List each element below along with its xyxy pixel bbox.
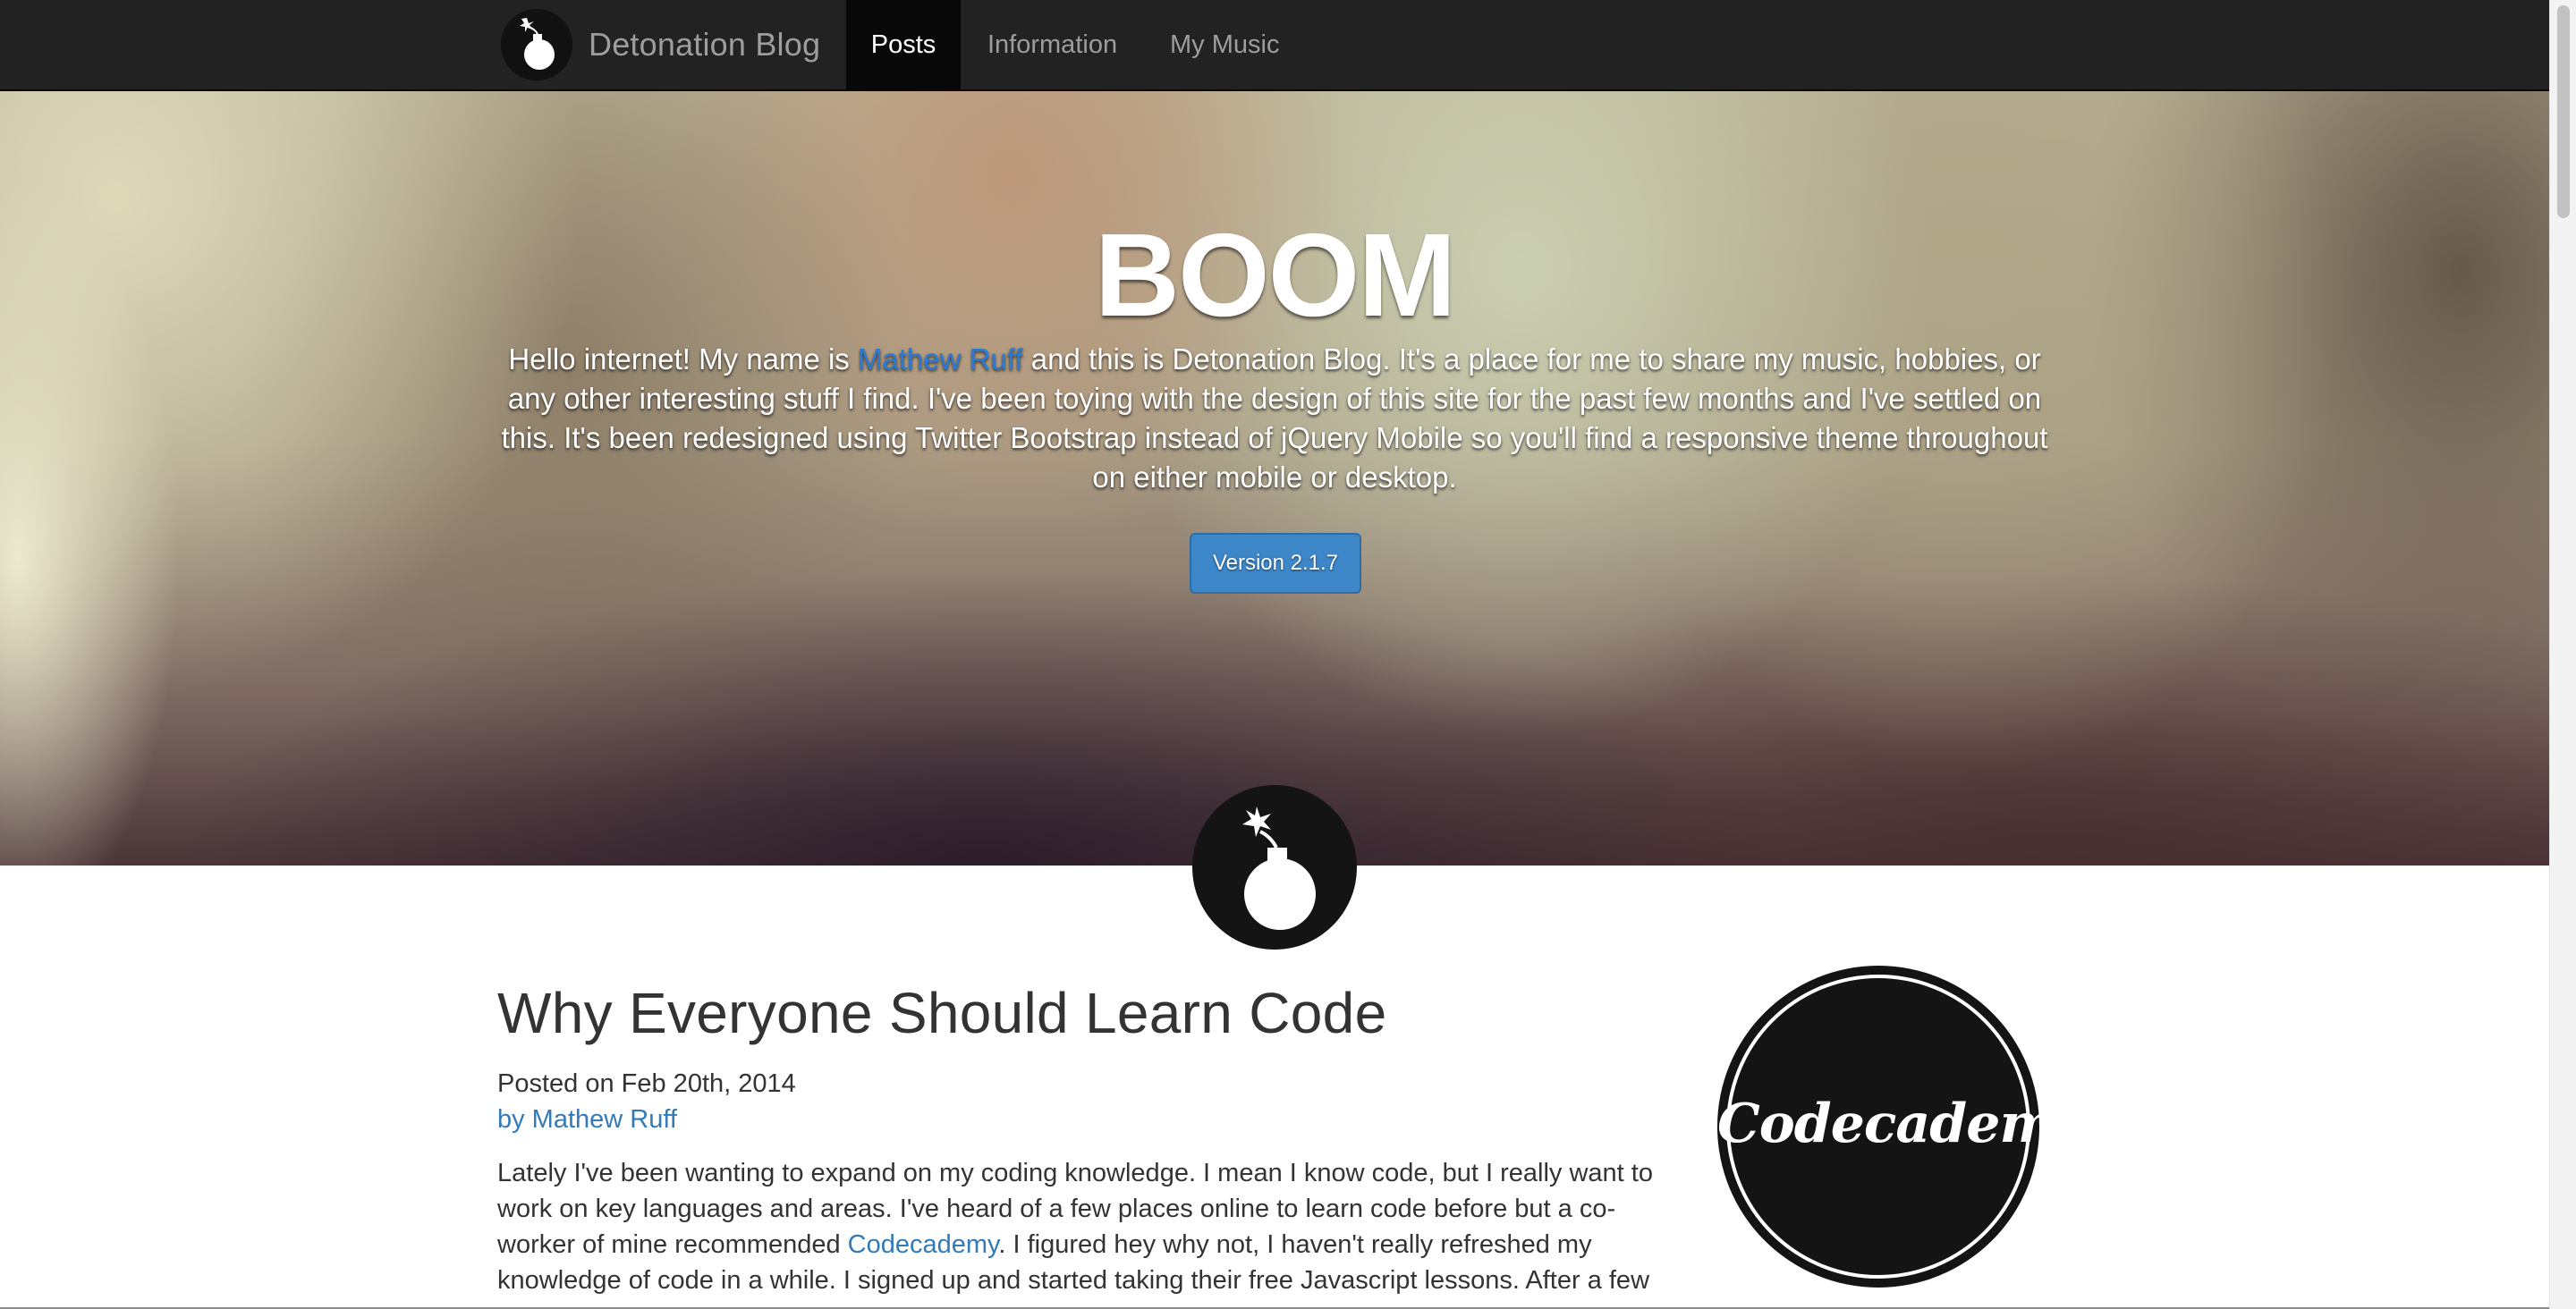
nav-posts[interactable]: Posts <box>846 0 961 89</box>
scrollbar-thumb[interactable] <box>2557 5 2570 218</box>
nav-my-music[interactable]: My Music <box>1170 0 1279 89</box>
post-body: Lately I've been wanting to expand on my… <box>497 1155 1669 1298</box>
author-link[interactable]: Mathew Ruff <box>858 342 1023 376</box>
scrollbar[interactable] <box>2549 0 2576 1309</box>
post-title[interactable]: Why Everyone Should Learn Code <box>497 980 1386 1046</box>
post-date: Posted on Feb 20th, 2014 <box>497 1069 796 1098</box>
intro-text-before: Hello internet! My name is <box>508 342 858 376</box>
brand-title: Detonation Blog <box>589 26 821 63</box>
brand-link[interactable]: Detonation Blog <box>501 9 820 80</box>
codecademy-logo-text: Codecademy <box>1717 1093 2087 1155</box>
version-button[interactable]: Version 2.1.7 <box>1190 533 1361 594</box>
page: Detonation Blog Posts Information My Mus… <box>0 0 2576 1309</box>
bomb-icon <box>501 9 572 80</box>
bomb-icon <box>1192 785 1357 950</box>
hero-title: BOOM <box>1094 209 1457 341</box>
codecademy-badge: Codecademy <box>1717 966 2087 1288</box>
navbar: Detonation Blog Posts Information My Mus… <box>0 0 2549 91</box>
hero-banner: BOOM Hello internet! My name is Mathew R… <box>0 91 2549 866</box>
nav-information[interactable]: Information <box>987 0 1117 89</box>
hero-intro: Hello internet! My name is Mathew Ruff a… <box>490 340 2059 497</box>
post-author-link[interactable]: by Mathew Ruff <box>497 1105 677 1135</box>
codecademy-link[interactable]: Codecademy <box>848 1230 999 1259</box>
